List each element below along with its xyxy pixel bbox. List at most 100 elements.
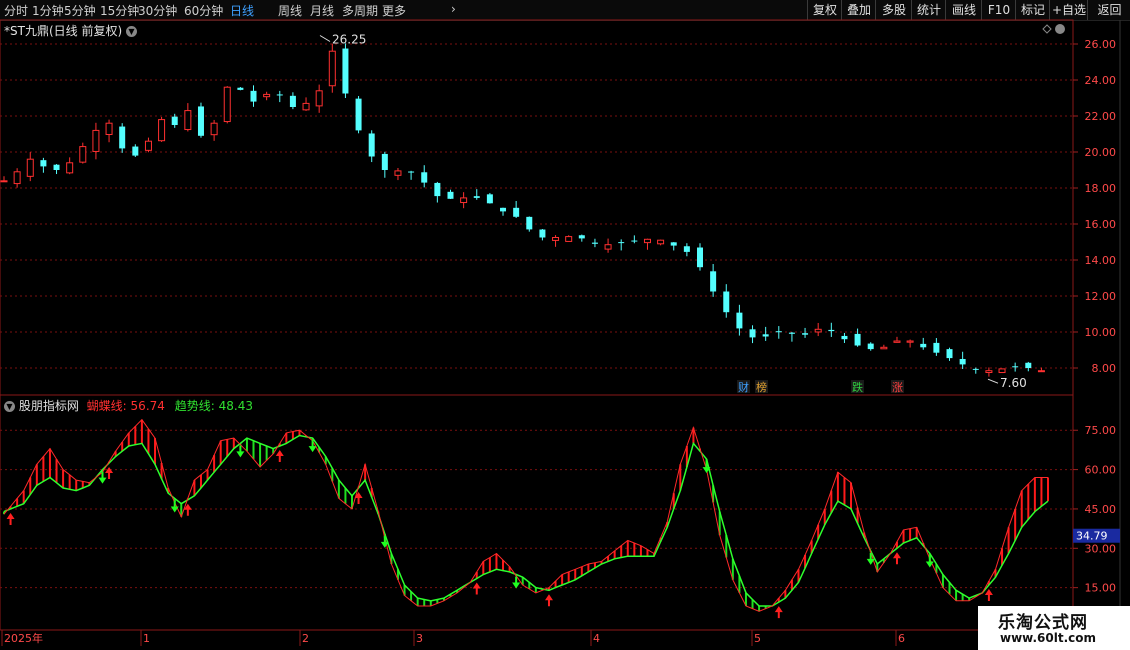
candle-body-down <box>526 216 533 230</box>
candle-body-down <box>342 48 349 94</box>
candle-body-down <box>736 312 743 329</box>
price-tick-label: 24.00 <box>1085 74 1117 87</box>
candle-body-down <box>250 90 257 102</box>
candle-body-down <box>381 153 388 170</box>
candle-body-up <box>657 239 665 245</box>
candle-body-down <box>683 246 690 252</box>
buy-arrow-icon <box>774 606 783 619</box>
x-axis-label-2: 2 <box>302 632 309 645</box>
candle-body-down <box>368 133 375 157</box>
candle-body-down <box>276 94 283 96</box>
candle-body-down <box>486 194 493 204</box>
candle-body-down <box>53 164 60 170</box>
watermark-title: 乐淘公式网 <box>998 613 1088 633</box>
candle-body-up <box>552 237 560 241</box>
candle-body-up <box>460 197 468 204</box>
candle-body-up <box>263 93 271 98</box>
sell-arrow-icon <box>380 535 389 548</box>
candle-body-up <box>105 122 113 135</box>
candle-body-down <box>591 242 598 244</box>
x-axis-label-3: 3 <box>416 632 423 645</box>
price-tick-label: 22.00 <box>1085 110 1117 123</box>
candle-body-up <box>998 368 1006 374</box>
candle-body-down <box>539 229 546 238</box>
event-tag-2: 跌 <box>852 380 863 394</box>
candle-body-down <box>697 247 703 268</box>
candle-body-down <box>421 172 428 183</box>
candle-body-down <box>119 126 126 149</box>
candle-body-up <box>92 129 100 152</box>
candle-body-down <box>237 87 244 90</box>
indicator-tick-label: 45.00 <box>1085 503 1117 516</box>
diamond-icon <box>1042 24 1052 34</box>
candle-body-up <box>302 102 310 111</box>
candle-body-down <box>841 335 848 340</box>
candle-body-down <box>802 333 809 335</box>
event-tag-3: 涨 <box>892 381 903 394</box>
candle-body-down <box>355 98 362 131</box>
watermark: 乐淘公式网 www.60lt.com <box>978 606 1130 650</box>
buy-arrow-icon <box>105 467 114 480</box>
candle-body-down <box>670 242 677 246</box>
x-axis-label-4: 4 <box>593 632 600 645</box>
chart-canvas: 26.0024.0022.0020.0018.0016.0014.0012.00… <box>0 19 1130 646</box>
candle-body-down <box>749 329 756 338</box>
main-panel-frame <box>0 19 1074 396</box>
candle-body-up <box>66 162 74 174</box>
candle-body-down <box>434 182 441 197</box>
candle-body-down <box>854 333 861 346</box>
price-tick-label: 18.00 <box>1085 182 1117 195</box>
candles-group <box>0 43 1045 377</box>
candle-body-down <box>828 329 835 332</box>
candle-body-up <box>0 180 8 183</box>
price-tick-label: 20.00 <box>1085 146 1117 159</box>
low-price-label: 7.60 <box>1000 376 1027 390</box>
x-axis-label-5: 5 <box>754 632 761 645</box>
candle-body-up <box>906 340 914 343</box>
candle-body-up <box>13 171 21 185</box>
candle-body-up <box>643 238 651 244</box>
candle-body-down <box>408 171 415 173</box>
buy-arrow-icon <box>275 449 284 462</box>
event-tag-1: 榜 <box>756 380 767 394</box>
panel-menu-icon <box>1055 24 1065 34</box>
candle-body-up <box>79 146 87 163</box>
buy-arrow-icon <box>354 491 363 504</box>
candle-body-down <box>500 207 507 212</box>
candle-body-down <box>867 343 874 350</box>
candle-body-up <box>315 90 323 107</box>
candle-body-down <box>972 368 979 370</box>
candle-body-down <box>1012 366 1019 368</box>
candle-body-up <box>210 122 218 136</box>
x-axis-label-0: 2025年 <box>4 631 43 645</box>
butterfly-bars <box>3 419 1049 612</box>
candle-body-down <box>171 116 178 125</box>
candle-body-down <box>920 343 927 348</box>
candle-body-down <box>775 331 782 333</box>
candle-body-down <box>289 95 296 107</box>
candle-body-up <box>985 370 993 373</box>
candle-body-up <box>223 86 231 123</box>
candle-body-up <box>893 340 901 343</box>
candle-body-up <box>880 346 888 350</box>
candle-body-down <box>132 146 139 156</box>
candle-body-up <box>158 119 166 142</box>
candle-body-up <box>184 110 192 131</box>
buy-arrow-icon <box>472 582 481 595</box>
candle-body-down <box>578 235 585 239</box>
indicator-tick-label: 30.00 <box>1085 542 1117 555</box>
candle-body-down <box>1025 362 1032 368</box>
price-tick-label: 8.00 <box>1092 362 1117 375</box>
sell-arrow-icon <box>866 552 875 565</box>
candle-body-down <box>788 332 795 334</box>
price-tick-label: 10.00 <box>1085 326 1117 339</box>
sell-arrow-icon <box>512 576 521 589</box>
candle-body-up <box>144 140 152 151</box>
candle-body-down <box>631 240 638 242</box>
indicator-tick-label: 75.00 <box>1085 424 1117 437</box>
buy-arrow-icon <box>984 589 993 602</box>
x-axis-label-6: 6 <box>898 632 905 645</box>
high-arrow-line <box>319 35 331 42</box>
candle-body-down <box>618 242 625 244</box>
price-tick-label: 16.00 <box>1085 218 1117 231</box>
